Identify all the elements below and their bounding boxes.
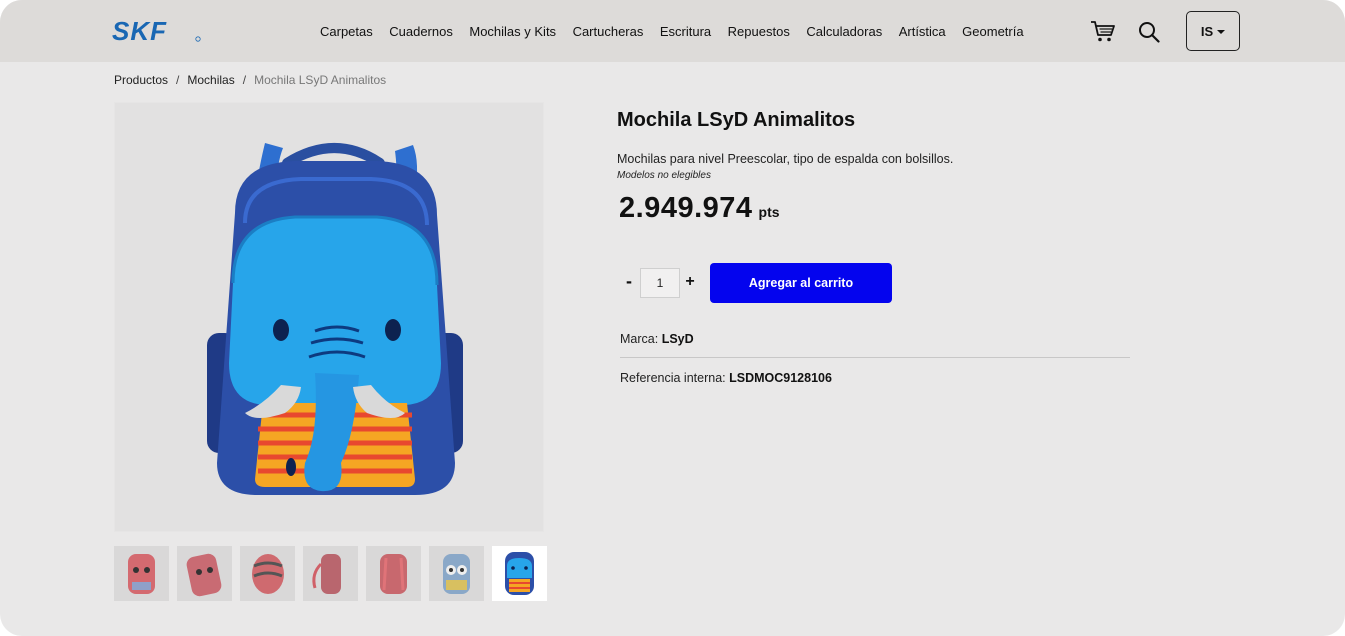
price-value: 2.949.974	[619, 192, 753, 224]
language-selector[interactable]: IS	[1186, 11, 1240, 51]
product-title: Mochila LSyD Animalitos	[617, 109, 856, 131]
product-note: Modelos no elegibles	[617, 170, 711, 181]
nav-item-mochilas-y-kits[interactable]: Mochilas y Kits	[469, 24, 556, 39]
product-description: Mochilas para nivel Preescolar, tipo de …	[617, 152, 954, 166]
nav-item-repuestos[interactable]: Repuestos	[728, 24, 790, 39]
breadcrumb-productos[interactable]: Productos	[114, 73, 168, 87]
breadcrumb-mochilas[interactable]: Mochilas	[187, 73, 234, 87]
browser-window: SKF Carpetas Cuadernos Mochilas y Kits C…	[0, 0, 1345, 636]
product-main-image[interactable]	[114, 102, 544, 532]
thumbnail-strip	[114, 546, 547, 601]
thumbnail-4[interactable]	[303, 546, 358, 601]
add-to-cart-button[interactable]: Agregar al carrito	[710, 263, 892, 303]
breadcrumb-current: Mochila LSyD Animalitos	[254, 73, 387, 87]
quantity-increment-button[interactable]: +	[683, 271, 697, 293]
thumbnail-3[interactable]	[240, 546, 295, 601]
quantity-decrement-button[interactable]: -	[622, 271, 636, 293]
product-price: 2.949.974 pts	[619, 192, 780, 225]
nav-item-cartucheras[interactable]: Cartucheras	[573, 24, 644, 39]
nav-item-geometria[interactable]: Geometría	[962, 24, 1023, 39]
thumbnail-2[interactable]	[177, 546, 232, 601]
caret-down-icon	[1217, 29, 1226, 34]
spec-divider	[620, 357, 1130, 358]
backpack-image	[207, 143, 463, 495]
breadcrumb: Productos / Mochilas / Mochila LSyD Anim…	[114, 73, 386, 87]
cart-icon[interactable]	[1090, 19, 1116, 43]
breadcrumb-separator: /	[176, 73, 180, 87]
breadcrumb-separator: /	[242, 73, 247, 87]
brand-row: Marca: LSyD	[620, 332, 1130, 346]
quantity-input[interactable]	[640, 268, 680, 298]
nav-item-escritura[interactable]: Escritura	[660, 24, 711, 39]
thumbnail-5[interactable]	[366, 546, 421, 601]
nav-item-cuadernos[interactable]: Cuadernos	[389, 24, 453, 39]
brand-value: LSyD	[661, 332, 694, 346]
nav-item-artistica[interactable]: Artística	[899, 24, 946, 39]
thumbnail-7[interactable]	[492, 546, 547, 601]
thumbnail-1[interactable]	[114, 546, 169, 601]
language-label: IS	[1200, 23, 1214, 39]
nav-item-calculadoras[interactable]: Calculadoras	[806, 24, 882, 39]
reference-label: Referencia interna:	[620, 371, 730, 385]
skf-logo[interactable]: SKF	[112, 19, 202, 43]
brand-label: Marca:	[620, 332, 662, 346]
price-unit: pts	[758, 204, 780, 220]
search-icon[interactable]	[1138, 21, 1160, 43]
reference-value: LSDMOC9128106	[729, 371, 832, 385]
nav-item-carpetas[interactable]: Carpetas	[320, 24, 373, 39]
logo-text: SKF	[112, 19, 167, 43]
thumbnail-6[interactable]	[429, 546, 484, 601]
site-header: SKF Carpetas Cuadernos Mochilas y Kits C…	[0, 0, 1345, 62]
reference-row: Referencia interna: LSDMOC9128106	[620, 371, 1130, 385]
main-nav: Carpetas Cuadernos Mochilas y Kits Cartu…	[320, 0, 1040, 62]
